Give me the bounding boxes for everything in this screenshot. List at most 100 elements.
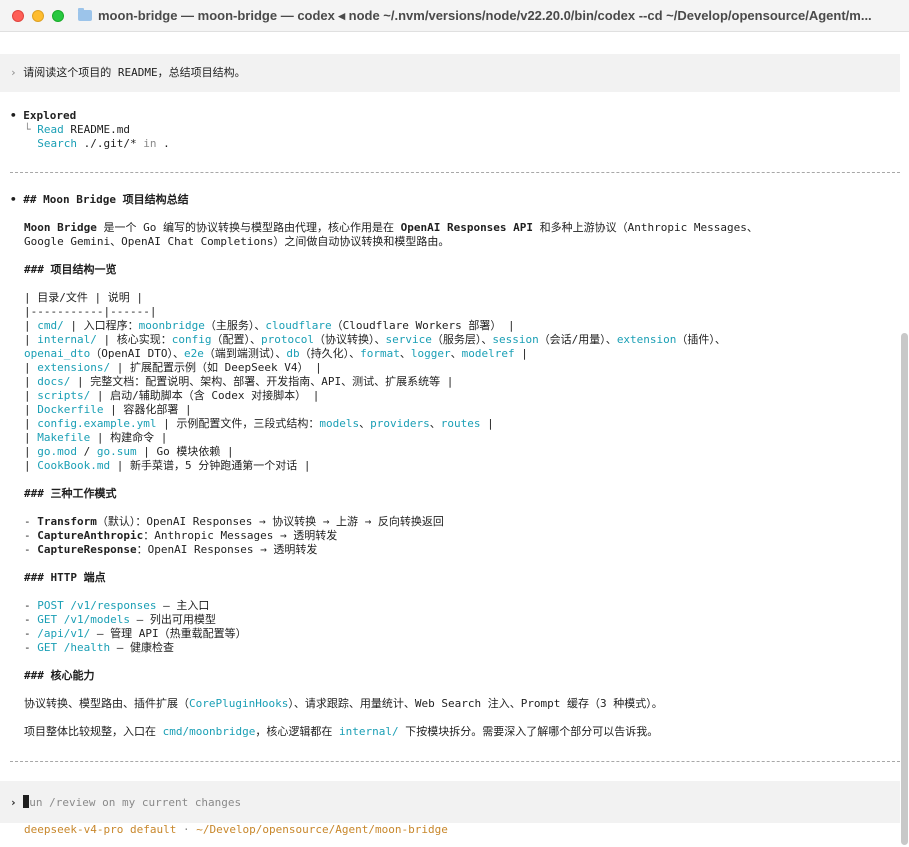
intro-name: Moon Bridge — [24, 221, 97, 234]
list-dash: - — [24, 627, 38, 640]
list-item: - /api/v1/ — 管理 API（热重载配置等） — [10, 627, 247, 641]
prompt-marker-icon: › — [10, 66, 17, 79]
explored-search-line: Search ./.git/* in . — [10, 137, 170, 151]
row-keyword: moonbridge — [138, 319, 205, 332]
structure-heading: ### 项目结构一览 — [24, 263, 117, 276]
user-prompt: › 请阅读这个项目的 README，总结项目结构。 — [10, 66, 246, 80]
row-keyword: extension — [616, 333, 677, 346]
row-text: | 新手菜谱，5 分钟跑通第一个对话 | — [110, 459, 311, 472]
scrollbar-thumb[interactable] — [901, 333, 908, 845]
answer-h2: ## Moon Bridge 项目结构总结 — [23, 193, 189, 206]
core-keyword: CorePluginHooks — [189, 697, 289, 710]
row-text: （服务层）、 — [431, 333, 493, 346]
explored-heading-text: Explored — [23, 109, 77, 122]
row-text: （端到端测试）、 — [203, 347, 287, 360]
row-text: （会话/用量）、 — [538, 333, 617, 346]
table-row-wrap: openai_dto（OpenAI DTO）、e2e（端到端测试）、db（持久化… — [10, 347, 528, 361]
zoom-window-button[interactable] — [52, 9, 64, 22]
table-row: | docs/ | 完整文档：配置说明、架构、部署、开发指南、API、测试、扩展… — [10, 375, 453, 389]
core-paragraph: 协议转换、模型路由、插件扩展（CorePluginHooks）、请求跟踪、用量统… — [10, 697, 663, 711]
row-text: （主服务）、 — [204, 319, 266, 332]
intro-t2: 和多种上游协议（Anthropic Messages、 — [533, 221, 758, 234]
row-keyword: e2e — [183, 347, 204, 360]
read-target: README.md — [70, 123, 130, 136]
search-in: in — [143, 137, 157, 150]
list-dash: - — [24, 515, 38, 528]
row-path: scripts/ — [37, 389, 91, 402]
summary-text: 项目整体比较规整，入口在 — [24, 725, 163, 738]
row-path: extensions/ — [37, 361, 111, 374]
table-row: | Makefile | 构建命令 | — [10, 431, 167, 445]
composer-line[interactable]: › un /review on my current changes — [10, 795, 241, 810]
row-keyword: routes — [440, 417, 481, 430]
summary-keyword: cmd/moonbridge — [162, 725, 256, 738]
endpoint-desc: — 健康检查 — [110, 641, 174, 654]
row-text: | 容器化部署 | — [103, 403, 192, 416]
bullet-icon: • — [10, 109, 17, 122]
list-dash: - — [24, 613, 38, 626]
section-divider — [10, 172, 900, 173]
row-path: config.example.yml — [37, 417, 157, 430]
search-verb: Search — [37, 137, 77, 150]
summary-keyword: internal/ — [338, 725, 399, 738]
mode-desc: ：Anthropic Messages → 透明转发 — [143, 529, 338, 542]
search-dir: . — [163, 137, 170, 150]
list-item: - CaptureResponse：OpenAI Responses → 透明转… — [10, 543, 317, 557]
row-pipe: | — [24, 375, 38, 388]
list-item: - Transform（默认）：OpenAI Responses → 协议转换 … — [10, 515, 444, 529]
input-marker-icon: › — [10, 796, 17, 809]
row-path: go.mod — [37, 445, 77, 458]
composer-placeholder: un /review on my current changes — [29, 796, 242, 809]
table-row: | CookBook.md | 新手菜谱，5 分钟跑通第一个对话 | — [10, 459, 310, 473]
summary-paragraph: 项目整体比较规整，入口在 cmd/moonbridge，核心逻辑都在 inter… — [10, 725, 658, 739]
mode-name: CaptureAnthropic — [37, 529, 144, 542]
answer-title: • ## Moon Bridge 项目结构总结 — [10, 193, 189, 207]
row-text: | Go 模块依赖 | — [136, 445, 234, 458]
list-dash: - — [24, 543, 38, 556]
row-pipe: | — [24, 459, 38, 472]
intro-t1: 是一个 Go 编写的协议转换与模型路由代理，核心作用是在 — [96, 221, 401, 234]
summary-text: ，核心逻辑都在 — [255, 725, 339, 738]
cwd-label: ~/Develop/opensource/Agent/moon-bridge — [196, 823, 448, 836]
row-pipe: | — [24, 417, 38, 430]
read-verb: Read — [37, 123, 64, 136]
list-item: - CaptureAnthropic：Anthropic Messages → … — [10, 529, 337, 543]
row-path: docs/ — [37, 375, 71, 388]
intro-api: OpenAI Responses API — [400, 221, 534, 234]
row-pipe: | — [24, 389, 38, 402]
mode-name: CaptureResponse — [37, 543, 137, 556]
core-text: ）、请求跟踪、用量统计、Web Search 注入、Prompt 缓存（3 种模… — [288, 697, 663, 710]
row-pipe: | — [24, 445, 38, 458]
http-heading: ### HTTP 端点 — [24, 571, 106, 584]
model-label: deepseek-v4-pro default — [24, 823, 177, 836]
intro-line-2: Google Gemini、OpenAI Chat Completions）之间… — [24, 235, 450, 248]
row-keyword: config — [171, 333, 212, 346]
row-text: 、 — [399, 347, 411, 360]
status-separator: · — [176, 823, 197, 836]
row-text: | 构建命令 | — [90, 431, 168, 444]
modes-heading: ### 三种工作模式 — [24, 487, 117, 500]
row-text: / — [77, 445, 97, 458]
list-dash: - — [24, 641, 38, 654]
bullet-icon: • — [10, 193, 17, 206]
row-keyword: models — [319, 417, 360, 430]
table-row: | extensions/ | 扩展配置示例（如 DeepSeek V4） | — [10, 361, 322, 375]
minimize-window-button[interactable] — [32, 9, 44, 22]
explored-heading: • Explored — [10, 109, 76, 123]
row-text: | — [480, 417, 494, 430]
endpoint-path: POST /v1/responses — [37, 599, 157, 612]
row-keyword: protocol — [260, 333, 314, 346]
row-keyword: db — [286, 347, 300, 360]
mode-name: Transform — [37, 515, 97, 528]
endpoint-path: GET /health — [37, 641, 111, 654]
table-row: | scripts/ | 启动/辅助脚本（含 Codex 对接脚本） | — [10, 389, 319, 403]
row-text: （持久化）、 — [299, 347, 361, 360]
list-item: - POST /v1/responses — 主入口 — [10, 599, 209, 613]
row-pipe: | — [24, 403, 38, 416]
close-window-button[interactable] — [12, 9, 24, 22]
table-separator: |-----------|------| — [24, 305, 157, 318]
row-pipe: | — [24, 319, 38, 332]
row-text: （OpenAI DTO）、 — [90, 347, 184, 360]
row-path: CookBook.md — [37, 459, 111, 472]
mode-desc: ：OpenAI Responses → 透明转发 — [136, 543, 318, 556]
